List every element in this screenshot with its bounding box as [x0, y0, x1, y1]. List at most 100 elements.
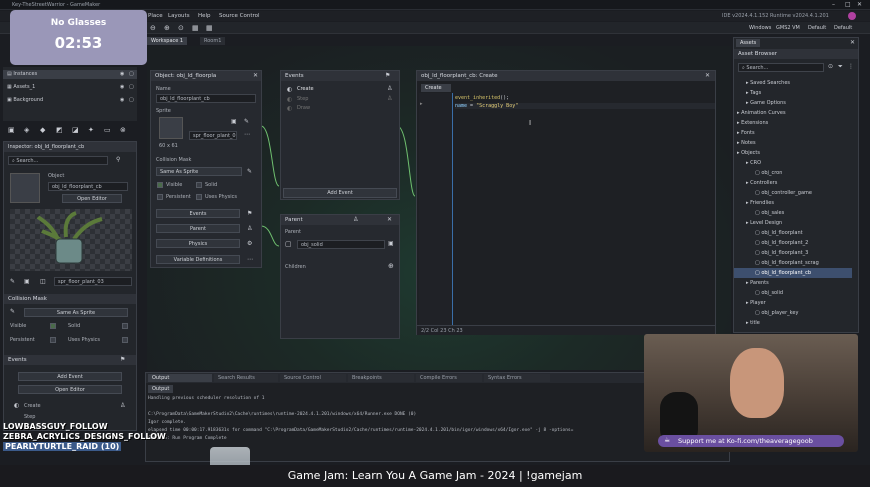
- grid-icon-2[interactable]: ▦: [206, 24, 213, 32]
- tab-breakpoints[interactable]: Breakpoints: [348, 374, 414, 382]
- output-subtab[interactable]: Output: [148, 385, 174, 393]
- asset-tree-item[interactable]: ▢ obj_player_key: [734, 308, 852, 318]
- event-create[interactable]: Create: [297, 86, 314, 92]
- layer-row-background[interactable]: ▣ Background ◉ ▢: [3, 96, 137, 105]
- lock-icon[interactable]: ▢: [129, 70, 134, 79]
- asset-tree-item[interactable]: ▸ Extensions: [734, 118, 852, 128]
- asset-tree-item[interactable]: ▸ title: [734, 318, 852, 328]
- asset-tree-item[interactable]: ▢ obj_cron: [734, 168, 852, 178]
- add-path-layer-icon[interactable]: ◆: [40, 126, 45, 134]
- asset-filter-icon[interactable]: ⏷: [838, 63, 843, 71]
- parent-window-close-icon[interactable]: ✕: [387, 216, 392, 223]
- add-event-button[interactable]: Add Event: [18, 372, 122, 381]
- asset-tree-item[interactable]: ▸ Controllers: [734, 178, 852, 188]
- asset-tree-item[interactable]: ▢ obj_ld_floorplant_2: [734, 238, 852, 248]
- events-button[interactable]: Events: [156, 209, 240, 218]
- menu-layouts[interactable]: Layouts: [168, 13, 190, 19]
- delete-layer-icon[interactable]: ⊗: [120, 126, 126, 134]
- code-window-close-icon[interactable]: ✕: [705, 72, 710, 79]
- step-options-icon[interactable]: ♙: [387, 95, 392, 102]
- layer-row-instances[interactable]: ▤ Instances ◉ ▢: [3, 70, 137, 79]
- open-editor-button[interactable]: Open Editor: [62, 194, 122, 203]
- target-vm[interactable]: GMS2 VM: [776, 25, 800, 31]
- object-name-input[interactable]: obj_ld_floorplant_cb: [156, 94, 256, 103]
- inspector-event-step[interactable]: Step: [24, 414, 35, 420]
- object-uses-physics-checkbox[interactable]: [196, 194, 202, 200]
- object-sprite-field[interactable]: spr_floor_plant_03: [189, 131, 237, 140]
- tab-room1[interactable]: Room1: [200, 37, 226, 45]
- zoom-out-icon[interactable]: ⊖: [150, 24, 156, 32]
- asset-tree-item[interactable]: ▸ Level Design: [734, 218, 852, 228]
- event-draw[interactable]: Draw: [297, 105, 310, 111]
- asset-tree-item[interactable]: ▢ obj_controller_game: [734, 188, 852, 198]
- maximize-icon[interactable]: □: [845, 1, 851, 8]
- variable-definitions-button[interactable]: Variable Definitions: [156, 255, 240, 264]
- menu-source-control[interactable]: Source Control: [219, 13, 260, 19]
- tab-assets[interactable]: Assets: [736, 39, 761, 47]
- add-instance-layer-icon[interactable]: ▣: [8, 126, 15, 134]
- lock-icon[interactable]: ▢: [129, 96, 134, 105]
- uses-physics-checkbox[interactable]: [122, 337, 128, 343]
- events-add-event-button[interactable]: Add Event: [283, 188, 397, 198]
- zoom-reset-icon[interactable]: ⊙: [178, 24, 184, 32]
- asset-tree-item[interactable]: ▸ Game Options: [734, 98, 852, 108]
- object-window-close-icon[interactable]: ✕: [253, 72, 258, 79]
- folder-icon[interactable]: ▭: [104, 126, 111, 134]
- new-sprite-icon[interactable]: ▣: [24, 278, 30, 285]
- solid-checkbox[interactable]: [122, 323, 128, 329]
- add-tile-layer-icon[interactable]: ◈: [24, 126, 29, 134]
- mask-edit-icon[interactable]: ✎: [10, 308, 15, 315]
- asset-tree-item[interactable]: ▸ Parents: [734, 278, 852, 288]
- add-filter-layer-icon[interactable]: ✦: [88, 126, 94, 134]
- target-platform[interactable]: Windows: [749, 25, 771, 31]
- layer-row-assets[interactable]: ▦ Assets_1 ◉ ▢: [3, 83, 137, 92]
- add-child-icon[interactable]: ⊕: [388, 262, 394, 270]
- asset-tree-item[interactable]: ▢ obj_ld_floorplant_cb: [734, 268, 852, 278]
- menu-place[interactable]: Place: [148, 13, 163, 19]
- asset-tree-item[interactable]: ▸ Tags: [734, 88, 852, 98]
- eye-icon[interactable]: ◉: [120, 83, 124, 92]
- tab-source-control[interactable]: Source Control: [280, 374, 346, 382]
- mask-edit-button-icon[interactable]: ✎: [247, 168, 252, 175]
- grid-icon[interactable]: ▦: [192, 24, 199, 32]
- asset-tree-item[interactable]: ▸ Objects: [734, 148, 852, 158]
- minimize-icon[interactable]: –: [832, 1, 835, 8]
- sprite-field[interactable]: spr_floor_plant_03: [54, 277, 132, 286]
- new-sprite-button-icon[interactable]: ▣: [231, 118, 237, 125]
- lock-icon[interactable]: ▢: [129, 83, 134, 92]
- inspector-search-input[interactable]: ⌕ Search...: [8, 156, 108, 165]
- tab-compile-errors[interactable]: Compile Errors: [416, 374, 482, 382]
- asset-tree-item[interactable]: ▸ Friendlies: [734, 198, 852, 208]
- parent-field[interactable]: obj_solid: [297, 240, 385, 249]
- ko-fi-icon[interactable]: [848, 12, 856, 20]
- object-persistent-checkbox[interactable]: [157, 194, 163, 200]
- code-tab-create[interactable]: Create: [421, 84, 451, 92]
- sprite-thumb[interactable]: [159, 117, 183, 139]
- open-editor-button-2[interactable]: Open Editor: [18, 385, 122, 394]
- asset-browser-close-icon[interactable]: ✕: [850, 39, 855, 46]
- object-visible-checkbox[interactable]: [157, 182, 163, 188]
- browse-sprite-icon[interactable]: ⋯: [244, 131, 250, 138]
- asset-tree-item[interactable]: ▸ Player: [734, 298, 852, 308]
- close-icon[interactable]: ✕: [857, 1, 862, 8]
- collision-select[interactable]: Same As Sprite: [24, 308, 128, 317]
- inspector-event-create[interactable]: Create: [24, 403, 41, 409]
- code-line-1[interactable]: event_inherited();: [455, 95, 509, 101]
- asset-search-input[interactable]: ⌕ Search...: [738, 63, 824, 72]
- event-step[interactable]: Step: [297, 96, 308, 102]
- code-line-2[interactable]: name = "Scraggly Boy": [455, 103, 715, 109]
- asset-tree-item[interactable]: ▸ Notes: [734, 138, 852, 148]
- collision-mask-select[interactable]: Same As Sprite: [156, 167, 242, 176]
- edit-sprite-icon[interactable]: ✎: [10, 278, 15, 285]
- parent-pick-icon[interactable]: ▣: [388, 240, 394, 247]
- target-device[interactable]: Default: [834, 25, 852, 31]
- zoom-in-icon[interactable]: ⊕: [164, 24, 170, 32]
- asset-tree-item[interactable]: ▢ obj_ld_floorplant: [734, 228, 852, 238]
- asset-tree-item[interactable]: ▸ Animation Curves: [734, 108, 852, 118]
- object-name-field[interactable]: obj_ld_floorplant_cb: [48, 182, 128, 191]
- tab-search-results[interactable]: Search Results: [214, 374, 278, 382]
- eye-icon[interactable]: ◉: [120, 70, 124, 79]
- add-asset-layer-icon[interactable]: ◩: [56, 126, 63, 134]
- physics-button[interactable]: Physics: [156, 239, 240, 248]
- tab-workspace-1[interactable]: Workspace 1: [147, 37, 188, 45]
